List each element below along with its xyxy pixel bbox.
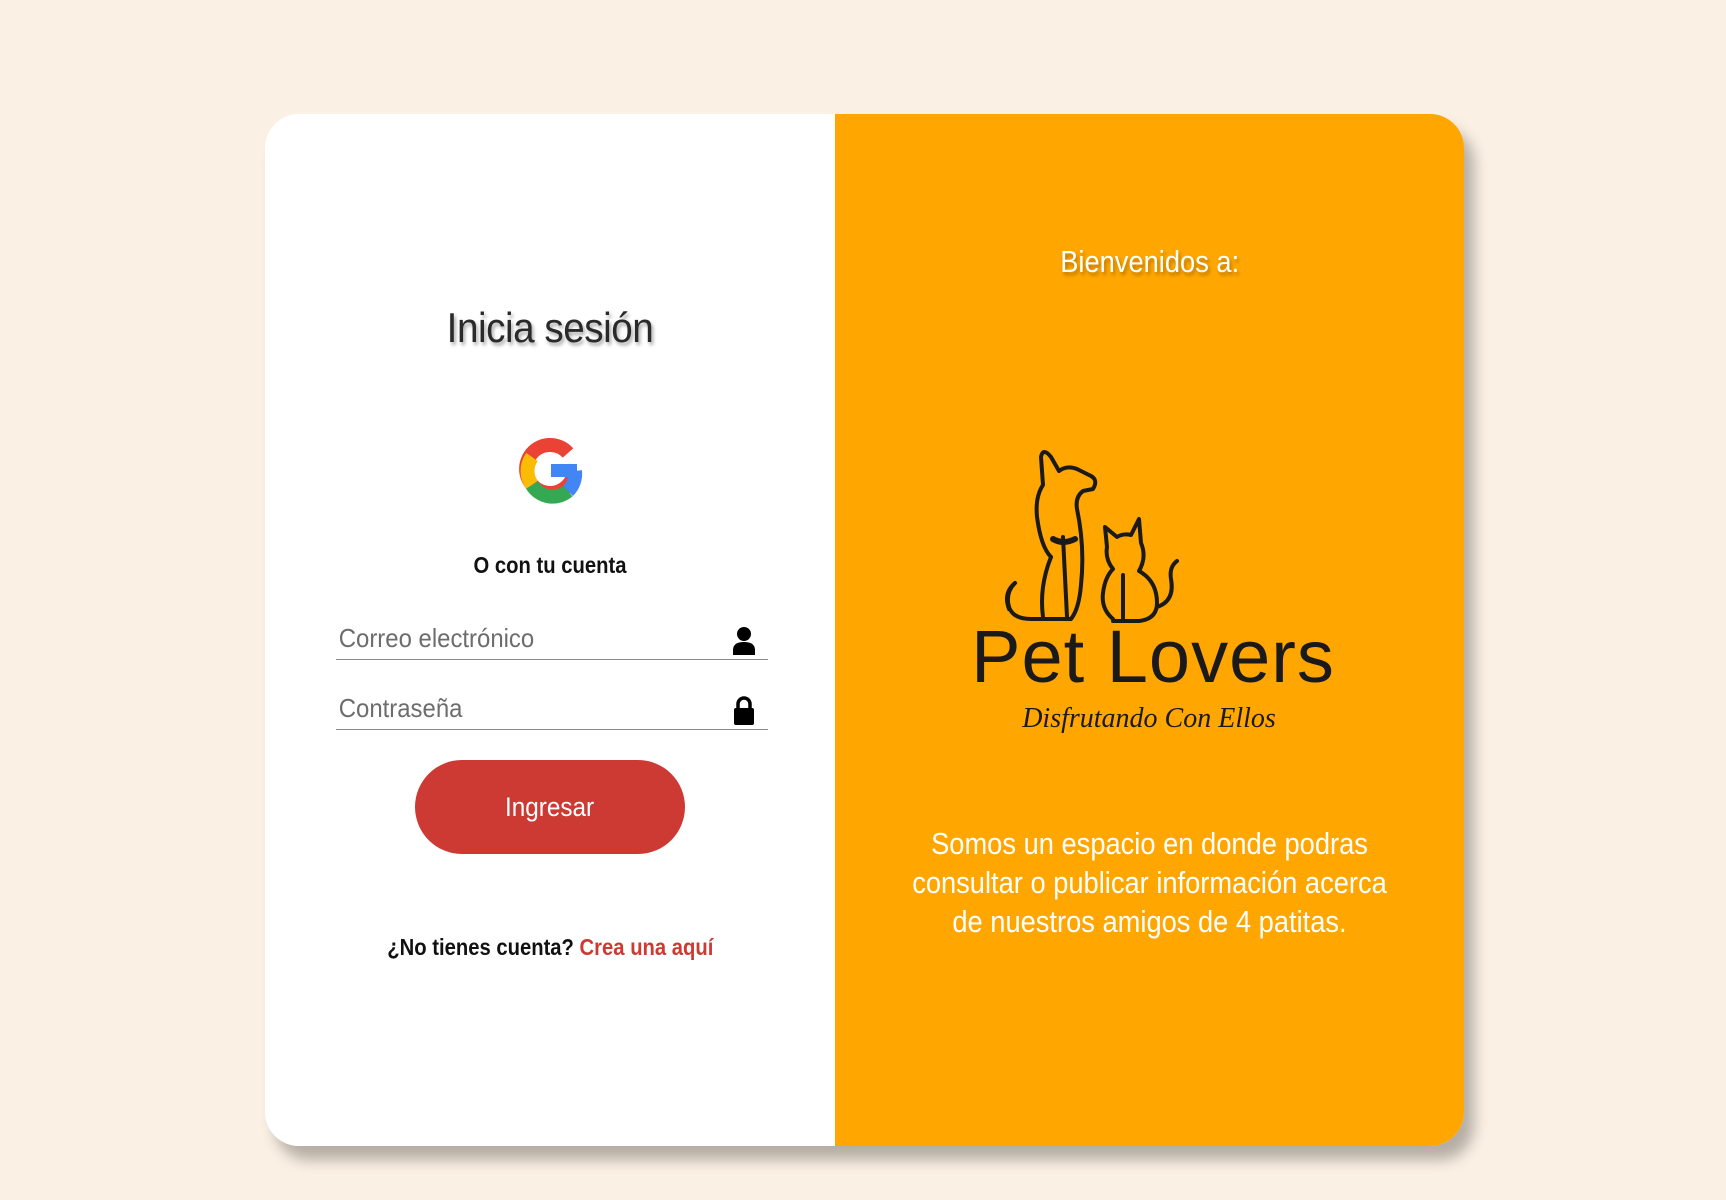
- user-icon: [733, 627, 755, 655]
- login-card: Inicia sesión O con tu cuenta Ingresar: [265, 114, 1464, 1146]
- google-icon[interactable]: [518, 429, 584, 509]
- login-button[interactable]: Ingresar: [415, 760, 685, 854]
- login-button-label: Ingresar: [505, 791, 595, 822]
- login-title: Inicia sesión: [446, 304, 654, 351]
- welcome-heading: Bienvenidos a:: [1060, 244, 1239, 279]
- lock-icon: [734, 696, 754, 725]
- password-field-wrapper: [336, 689, 768, 730]
- alt-login-text: O con tu cuenta: [473, 552, 627, 578]
- dog-cat-icon: [1005, 450, 1179, 623]
- password-field[interactable]: [336, 689, 689, 727]
- welcome-panel: Bienvenidos a: Pet Lovers Disfrutando Co…: [835, 114, 1464, 1146]
- email-field-wrapper: [336, 619, 768, 660]
- pet-lovers-logo: Pet Lovers Disfrutando Con Ellos: [971, 450, 1335, 734]
- email-field[interactable]: [336, 619, 689, 657]
- signup-prompt: ¿No tienes cuenta? Crea una aquí: [265, 934, 835, 961]
- welcome-description: Somos un espacio en donde podras consult…: [912, 826, 1387, 939]
- no-account-text: ¿No tienes cuenta?: [386, 934, 574, 960]
- brand-name: Pet Lovers: [971, 615, 1335, 698]
- login-panel: Inicia sesión O con tu cuenta Ingresar: [265, 114, 835, 1146]
- signup-link[interactable]: Crea una aquí: [579, 934, 713, 960]
- brand-tagline: Disfrutando Con Ellos: [1021, 703, 1276, 734]
